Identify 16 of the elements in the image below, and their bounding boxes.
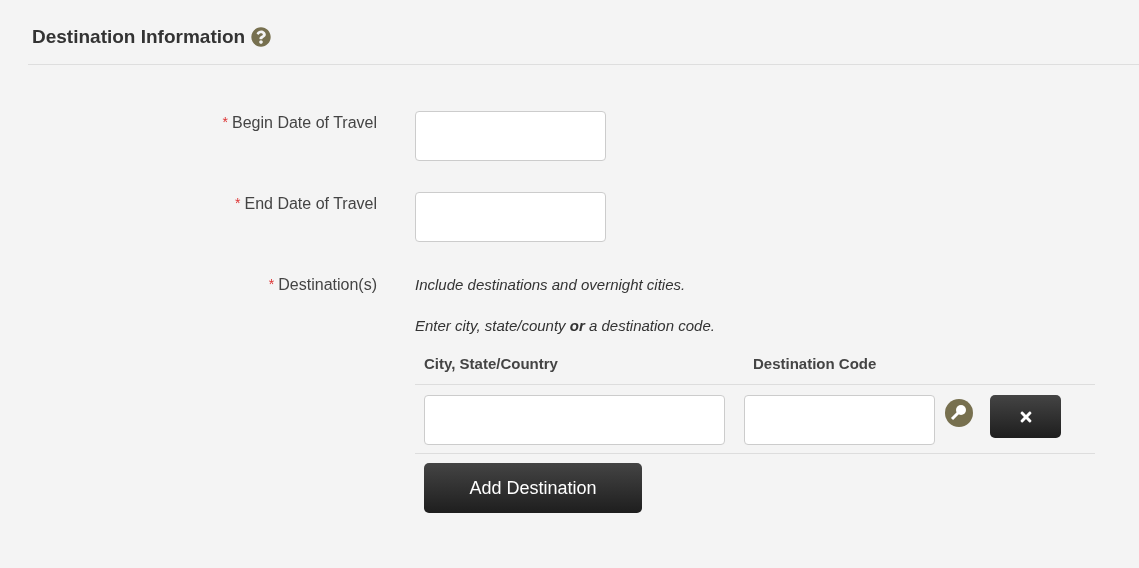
add-destination-button[interactable]: Add Destination <box>424 463 642 513</box>
key-icon[interactable] <box>945 399 973 427</box>
field-label: * Destination(s) <box>267 275 377 295</box>
hint-text: Enter city, state/county or a destination code. <box>415 316 716 334</box>
code-input[interactable] <box>744 395 935 445</box>
help-icon[interactable] <box>251 27 272 47</box>
remove-button[interactable] <box>990 395 1061 438</box>
city-input[interactable] <box>424 395 725 445</box>
hint-text: Include destinations and overnight cities. <box>415 275 687 293</box>
column-header: Destination Code <box>752 355 877 372</box>
date-input[interactable] <box>415 111 606 161</box>
date-input[interactable] <box>415 192 606 242</box>
field-label: * End Date of Travel <box>234 194 377 214</box>
column-header: City, State/Country <box>423 355 559 372</box>
field-label: * Begin Date of Travel <box>221 113 377 133</box>
section-title: Destination Information <box>32 26 246 48</box>
